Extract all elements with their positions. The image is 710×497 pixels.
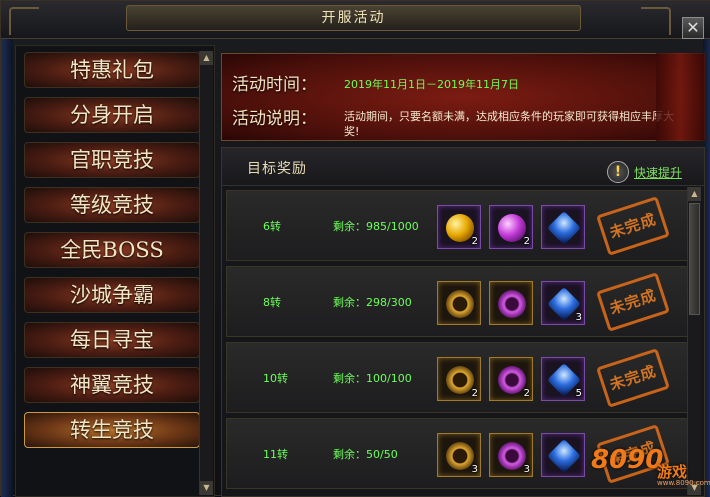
blue-gem-icon	[547, 211, 581, 245]
item-count: 3	[471, 464, 478, 475]
sidebar-item-wing-rank[interactable]: 神翼竞技	[24, 367, 200, 403]
reward-row: 6转 剩余：985/1000 2 2 未完成	[226, 190, 688, 261]
reward-slot[interactable]	[541, 205, 585, 249]
title-bar: 开服活动	[1, 1, 710, 39]
row-level: 6转	[263, 220, 281, 233]
window-title: 开服活动	[126, 5, 581, 31]
time-label: 活动时间：	[232, 75, 317, 95]
item-count: 2	[471, 388, 478, 399]
item-count: 5	[575, 388, 582, 399]
gold-ring-icon	[446, 442, 474, 470]
watermark-number: 8090	[591, 445, 664, 475]
gold-ring-icon	[446, 366, 474, 394]
activity-window: 开服活动 ✕ 特惠礼包 分身开启 官职竞技 等级竞技 全民BOSS 沙城争霸 每…	[0, 0, 710, 497]
item-count: 3	[523, 464, 530, 475]
reward-slot[interactable]: 2	[489, 205, 533, 249]
row-remaining: 剩余：985/1000	[333, 220, 419, 233]
blue-gem-icon	[547, 439, 581, 473]
scroll-up-icon[interactable]: ▲	[688, 187, 701, 201]
item-count: 2	[523, 236, 530, 247]
rewards-title: 目标奖励	[247, 161, 307, 177]
close-button[interactable]: ✕	[682, 17, 704, 39]
reward-slot[interactable]	[489, 281, 533, 325]
purple-orb-icon	[498, 214, 526, 242]
status-stamp: 未完成	[596, 196, 670, 256]
reward-slot[interactable]: 3	[437, 433, 481, 477]
status-stamp: 未完成	[596, 272, 670, 332]
item-count: 2	[471, 236, 478, 247]
site-watermark: 8090 游戏 www.8090.com	[591, 441, 710, 493]
sidebar: 特惠礼包 分身开启 官职竞技 等级竞技 全民BOSS 沙城争霸 每日寻宝 神翼竞…	[15, 45, 215, 497]
scroll-down-icon[interactable]: ▼	[200, 481, 213, 495]
row-level: 8转	[263, 296, 281, 309]
info-icon: !	[607, 161, 629, 183]
purple-ring-icon	[498, 442, 526, 470]
reward-slot[interactable]: 3	[489, 433, 533, 477]
sidebar-item-official-rank[interactable]: 官职竞技	[24, 142, 200, 178]
watermark-url: www.8090.com	[657, 479, 710, 487]
time-value: 2019年11月1日－2019年11月7日	[344, 78, 519, 91]
sidebar-item-level-rank[interactable]: 等级竞技	[24, 187, 200, 223]
reward-slot[interactable]: 2	[437, 357, 481, 401]
sidebar-scrollbar[interactable]: ▲ ▼	[199, 51, 213, 495]
item-count: 3	[575, 312, 582, 323]
item-count: 2	[523, 388, 530, 399]
row-level: 10转	[263, 372, 288, 385]
sidebar-item-special-gift[interactable]: 特惠礼包	[24, 52, 200, 88]
scroll-thumb[interactable]	[689, 203, 700, 315]
reward-slot[interactable]: 5	[541, 357, 585, 401]
row-remaining: 剩余：50/50	[333, 448, 398, 461]
status-stamp: 未完成	[596, 348, 670, 408]
activity-banner: 活动时间： 2019年11月1日－2019年11月7日 活动说明： 活动期间，只…	[221, 53, 705, 141]
desc-value: 活动期间，只要名额未满，达成相应条件的玩家即可获得相应丰厚大奖!	[344, 110, 674, 138]
gold-orb-icon	[446, 214, 474, 242]
quick-upgrade-link[interactable]: 快速提升	[634, 164, 682, 181]
sidebar-item-rebirth-rank[interactable]: 转生竞技	[24, 412, 200, 448]
desc-label: 活动说明：	[232, 109, 317, 129]
row-remaining: 剩余：298/300	[333, 296, 412, 309]
curtain-decoration	[656, 53, 705, 141]
sidebar-item-world-boss[interactable]: 全民BOSS	[24, 232, 200, 268]
row-remaining: 剩余：100/100	[333, 372, 412, 385]
purple-ring-icon	[498, 366, 526, 394]
reward-row: 10转 剩余：100/100 2 2 5 未完成	[226, 342, 688, 413]
title-ornament-left	[9, 7, 39, 35]
reward-slot[interactable]: 3	[541, 281, 585, 325]
reward-slot[interactable]	[437, 281, 481, 325]
title-ornament-right	[641, 7, 671, 35]
reward-row: 8转 剩余：298/300 3 未完成	[226, 266, 688, 337]
reward-slot[interactable]	[541, 433, 585, 477]
reward-slot[interactable]: 2	[489, 357, 533, 401]
reward-slot[interactable]: 2	[437, 205, 481, 249]
gold-ring-icon	[446, 290, 474, 318]
rewards-header: 目标奖励 ! 快速提升	[222, 148, 704, 186]
purple-ring-icon	[498, 290, 526, 318]
sidebar-item-clone[interactable]: 分身开启	[24, 97, 200, 133]
row-level: 11转	[263, 448, 288, 461]
sidebar-item-castle-war[interactable]: 沙城争霸	[24, 277, 200, 313]
background-left	[1, 39, 13, 497]
sidebar-item-daily-treasure[interactable]: 每日寻宝	[24, 322, 200, 358]
scroll-up-icon[interactable]: ▲	[200, 51, 213, 65]
